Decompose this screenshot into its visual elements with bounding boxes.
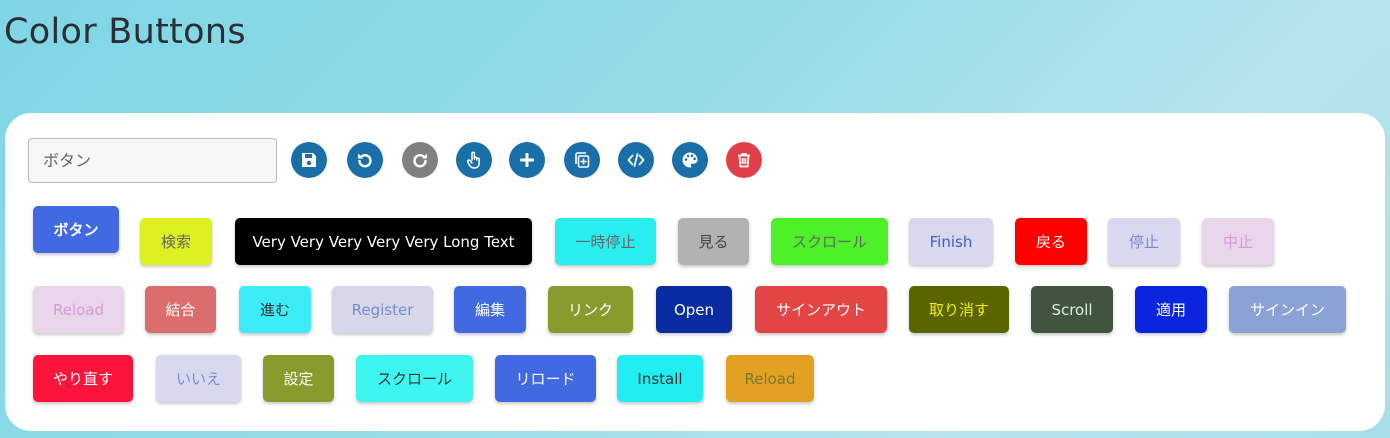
hand-pointer-icon xyxy=(467,151,480,169)
redo-icon xyxy=(413,153,427,168)
button-reload[interactable]: Reload xyxy=(33,286,124,333)
save-icon xyxy=(302,153,316,167)
text-input[interactable] xyxy=(28,138,277,183)
button-label: Finish xyxy=(929,232,973,251)
copy-add-icon xyxy=(575,152,590,168)
plus-icon xyxy=(520,153,534,167)
button-label: 一時停止 xyxy=(575,233,636,251)
code-button[interactable] xyxy=(618,142,654,178)
button-label: 設定 xyxy=(283,370,314,388)
undo-button[interactable] xyxy=(347,142,383,178)
button-sign-out[interactable]: サインアウト xyxy=(755,286,887,333)
button-label: サインイン xyxy=(1249,301,1325,319)
button-edit[interactable]: 編集 xyxy=(454,286,526,333)
button-scroll[interactable]: Scroll xyxy=(1031,286,1113,333)
button-label: やり直す xyxy=(52,370,113,388)
button-sign-in[interactable]: サインイン xyxy=(1229,286,1346,333)
page-title: Color Buttons xyxy=(4,12,246,52)
redo-button[interactable] xyxy=(402,142,438,178)
button-reload-2[interactable]: Reload xyxy=(726,355,814,402)
button-settings[interactable]: 設定 xyxy=(263,355,334,402)
pointer-button[interactable] xyxy=(456,142,492,178)
button-label: Scroll xyxy=(1051,300,1093,319)
button-botan[interactable]: ボタン xyxy=(33,206,119,253)
button-label: ボタン xyxy=(53,221,99,239)
button-label: 戻る xyxy=(1035,233,1066,251)
button-link[interactable]: リンク xyxy=(548,286,633,333)
button-label: 検索 xyxy=(160,233,191,251)
button-stop[interactable]: 停止 xyxy=(1108,218,1180,265)
button-label: リンク xyxy=(567,301,613,319)
button-install[interactable]: Install xyxy=(617,355,703,402)
button-label: Very Very Very Very Very Long Text xyxy=(252,232,515,251)
palette-icon xyxy=(682,152,698,168)
button-label: 適用 xyxy=(1155,301,1186,319)
palette-button[interactable] xyxy=(672,142,708,178)
button-label: 編集 xyxy=(474,301,505,319)
button-label: 結合 xyxy=(165,301,196,319)
button-label: 停止 xyxy=(1128,233,1159,251)
button-label: いいえ xyxy=(175,370,221,388)
button-label: Reload xyxy=(52,300,105,319)
button-reload-ja[interactable]: リロード xyxy=(495,355,596,402)
button-pause[interactable]: 一時停止 xyxy=(555,218,656,265)
button-label: サインアウト xyxy=(775,301,866,319)
undo-icon xyxy=(358,153,372,168)
button-label: スクロール xyxy=(791,233,867,251)
button-label: Register xyxy=(351,300,414,319)
code-icon xyxy=(627,153,645,167)
button-label: Install xyxy=(637,369,683,388)
button-search[interactable]: 検索 xyxy=(140,218,212,265)
button-undo[interactable]: 取り消す xyxy=(909,286,1009,333)
delete-button[interactable] xyxy=(726,142,762,178)
save-button[interactable] xyxy=(291,142,327,178)
button-no[interactable]: いいえ xyxy=(156,355,241,402)
button-label: 取り消す xyxy=(928,301,989,319)
button-label: リロード xyxy=(515,370,576,388)
button-view[interactable]: 見る xyxy=(678,218,749,265)
button-apply[interactable]: 適用 xyxy=(1135,286,1207,333)
button-redo[interactable]: やり直す xyxy=(33,355,133,402)
button-label: スクロール xyxy=(376,370,452,388)
button-label: 進む xyxy=(259,301,290,319)
duplicate-button[interactable] xyxy=(564,142,600,178)
button-register[interactable]: Register xyxy=(332,286,433,333)
button-finish[interactable]: Finish xyxy=(909,218,993,265)
button-label: Reload xyxy=(744,369,796,388)
button-scroll-ja[interactable]: スクロール xyxy=(771,218,888,265)
button-label: Open xyxy=(673,300,715,319)
button-label: 中止 xyxy=(1222,233,1253,251)
button-long-text[interactable]: Very Very Very Very Very Long Text xyxy=(235,218,532,265)
add-button[interactable] xyxy=(509,142,545,178)
button-label: 見る xyxy=(698,233,729,251)
button-scroll-ja-2[interactable]: スクロール xyxy=(356,355,473,402)
buttons-panel: ボタン 検索 Very Very Very Very Very Long Tex… xyxy=(5,113,1385,431)
trash-icon xyxy=(738,153,750,168)
button-join[interactable]: 結合 xyxy=(145,286,216,333)
button-forward[interactable]: 進む xyxy=(239,286,311,333)
button-open[interactable]: Open xyxy=(656,286,732,333)
button-cancel[interactable]: 中止 xyxy=(1202,218,1274,265)
button-back[interactable]: 戻る xyxy=(1015,218,1087,265)
